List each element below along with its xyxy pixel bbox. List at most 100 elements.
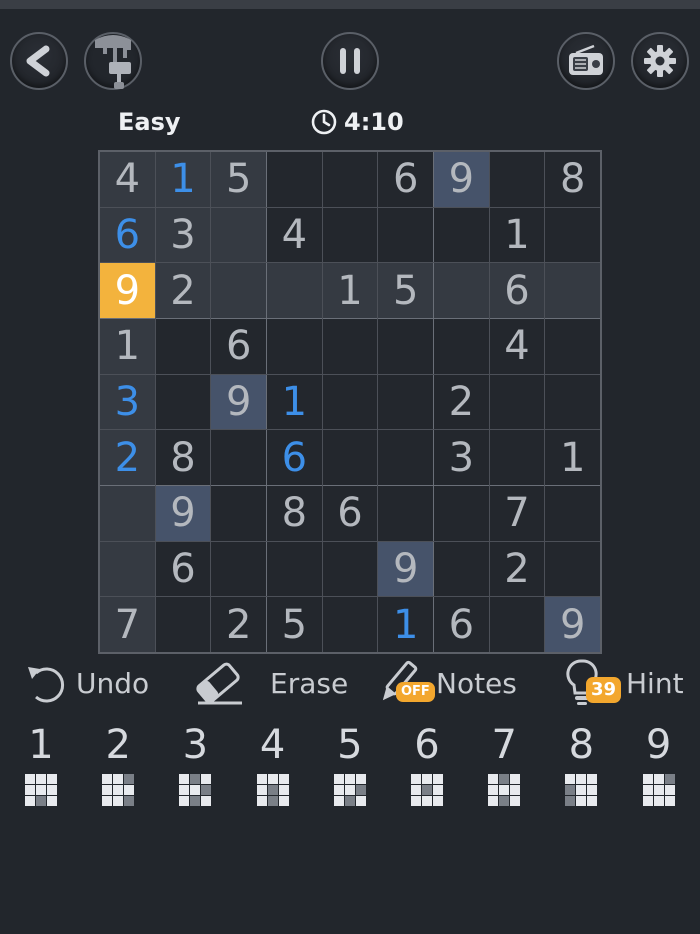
sudoku-cell[interactable]: [545, 486, 600, 541]
settings-button[interactable]: [631, 32, 689, 90]
sudoku-cell[interactable]: 2: [434, 374, 489, 430]
notes-button[interactable]: OFF Notes: [372, 655, 517, 711]
sudoku-cell[interactable]: 4: [489, 319, 545, 374]
sudoku-cell[interactable]: [155, 374, 211, 430]
sudoku-cell[interactable]: 7: [100, 597, 155, 652]
sudoku-cell[interactable]: [489, 152, 545, 207]
sudoku-cell[interactable]: [545, 374, 600, 430]
sudoku-cell[interactable]: 1: [545, 430, 600, 485]
sudoku-cell[interactable]: 4: [267, 207, 322, 263]
sudoku-cell[interactable]: 1: [322, 263, 378, 318]
sudoku-cell[interactable]: [211, 430, 266, 485]
sudoku-cell[interactable]: [322, 597, 378, 652]
sudoku-cell[interactable]: 5: [378, 263, 433, 318]
sudoku-cell[interactable]: [434, 263, 489, 318]
number-key-9[interactable]: 9: [629, 722, 689, 806]
number-key-1[interactable]: 1: [11, 722, 71, 806]
sudoku-cell[interactable]: 6: [155, 541, 211, 597]
sudoku-cell[interactable]: [489, 430, 545, 485]
sudoku-cell[interactable]: 3: [100, 374, 155, 430]
sudoku-cell[interactable]: [434, 541, 489, 597]
sudoku-cell[interactable]: 6: [211, 319, 266, 374]
sudoku-cell[interactable]: 9: [211, 374, 266, 430]
sudoku-cell[interactable]: [545, 263, 600, 318]
sudoku-cell[interactable]: [155, 597, 211, 652]
sudoku-cell[interactable]: 6: [489, 263, 545, 318]
sudoku-cell[interactable]: [267, 263, 322, 318]
back-button[interactable]: [10, 32, 68, 90]
sudoku-cell[interactable]: 6: [267, 430, 322, 485]
sudoku-cell[interactable]: [211, 263, 266, 318]
sudoku-cell[interactable]: [378, 319, 433, 374]
sudoku-cell[interactable]: 3: [434, 430, 489, 485]
sudoku-cell[interactable]: 5: [211, 152, 266, 207]
sudoku-cell[interactable]: 9: [545, 597, 600, 652]
sudoku-cell[interactable]: [267, 541, 322, 597]
erase-button[interactable]: Erase: [192, 655, 348, 711]
sudoku-cell[interactable]: 8: [545, 152, 600, 207]
hint-label: Hint: [626, 666, 684, 700]
sudoku-cell[interactable]: 2: [100, 430, 155, 485]
sudoku-cell[interactable]: [322, 374, 378, 430]
number-key-4[interactable]: 4: [243, 722, 303, 806]
number-key-5[interactable]: 5: [320, 722, 380, 806]
sudoku-cell[interactable]: [434, 207, 489, 263]
sudoku-cell[interactable]: 2: [155, 263, 211, 318]
sudoku-cell[interactable]: 9: [100, 263, 155, 318]
sudoku-cell[interactable]: 9: [155, 486, 211, 541]
sudoku-cell[interactable]: [545, 207, 600, 263]
number-key-2[interactable]: 2: [88, 722, 148, 806]
sudoku-cell[interactable]: 6: [322, 486, 378, 541]
sudoku-cell[interactable]: [322, 207, 378, 263]
sudoku-cell[interactable]: [322, 152, 378, 207]
sudoku-cell[interactable]: 6: [378, 152, 433, 207]
radio-button[interactable]: [557, 32, 615, 90]
number-key-8[interactable]: 8: [551, 722, 611, 806]
sudoku-cell[interactable]: 8: [155, 430, 211, 485]
number-key-7[interactable]: 7: [474, 722, 534, 806]
sudoku-cell[interactable]: 9: [434, 152, 489, 207]
sudoku-cell[interactable]: [211, 486, 266, 541]
sudoku-cell[interactable]: 6: [100, 207, 155, 263]
sudoku-cell[interactable]: 2: [489, 541, 545, 597]
sudoku-cell[interactable]: 9: [378, 541, 433, 597]
number-key-6[interactable]: 6: [397, 722, 457, 806]
hint-button[interactable]: 39 Hint: [562, 655, 684, 711]
theme-button[interactable]: [84, 32, 142, 90]
undo-button[interactable]: Undo: [24, 655, 149, 711]
sudoku-cell[interactable]: [211, 207, 266, 263]
sudoku-cell[interactable]: [545, 541, 600, 597]
sudoku-cell[interactable]: 6: [434, 597, 489, 652]
sudoku-cell[interactable]: 1: [155, 152, 211, 207]
sudoku-cell[interactable]: 2: [211, 597, 266, 652]
pause-button[interactable]: [321, 32, 379, 90]
sudoku-cell[interactable]: [545, 319, 600, 374]
sudoku-cell[interactable]: [489, 374, 545, 430]
sudoku-cell[interactable]: [211, 541, 266, 597]
sudoku-cell[interactable]: [378, 207, 433, 263]
sudoku-cell[interactable]: 7: [489, 486, 545, 541]
sudoku-cell[interactable]: 1: [489, 207, 545, 263]
sudoku-cell[interactable]: 8: [267, 486, 322, 541]
sudoku-cell[interactable]: [155, 319, 211, 374]
sudoku-cell[interactable]: [322, 541, 378, 597]
sudoku-cell[interactable]: [434, 486, 489, 541]
sudoku-cell[interactable]: [378, 430, 433, 485]
number-key-3[interactable]: 3: [165, 722, 225, 806]
sudoku-cell[interactable]: [322, 319, 378, 374]
sudoku-cell[interactable]: 1: [100, 319, 155, 374]
sudoku-cell[interactable]: [100, 541, 155, 597]
sudoku-cell[interactable]: 3: [155, 207, 211, 263]
sudoku-cell[interactable]: 1: [267, 374, 322, 430]
sudoku-cell[interactable]: 1: [378, 597, 433, 652]
sudoku-cell[interactable]: [267, 319, 322, 374]
sudoku-cell[interactable]: [267, 152, 322, 207]
sudoku-cell[interactable]: [378, 486, 433, 541]
sudoku-cell[interactable]: [100, 486, 155, 541]
sudoku-cell[interactable]: [378, 374, 433, 430]
sudoku-cell[interactable]: 4: [100, 152, 155, 207]
sudoku-cell[interactable]: 5: [267, 597, 322, 652]
sudoku-cell[interactable]: [322, 430, 378, 485]
sudoku-cell[interactable]: [489, 597, 545, 652]
sudoku-cell[interactable]: [434, 319, 489, 374]
